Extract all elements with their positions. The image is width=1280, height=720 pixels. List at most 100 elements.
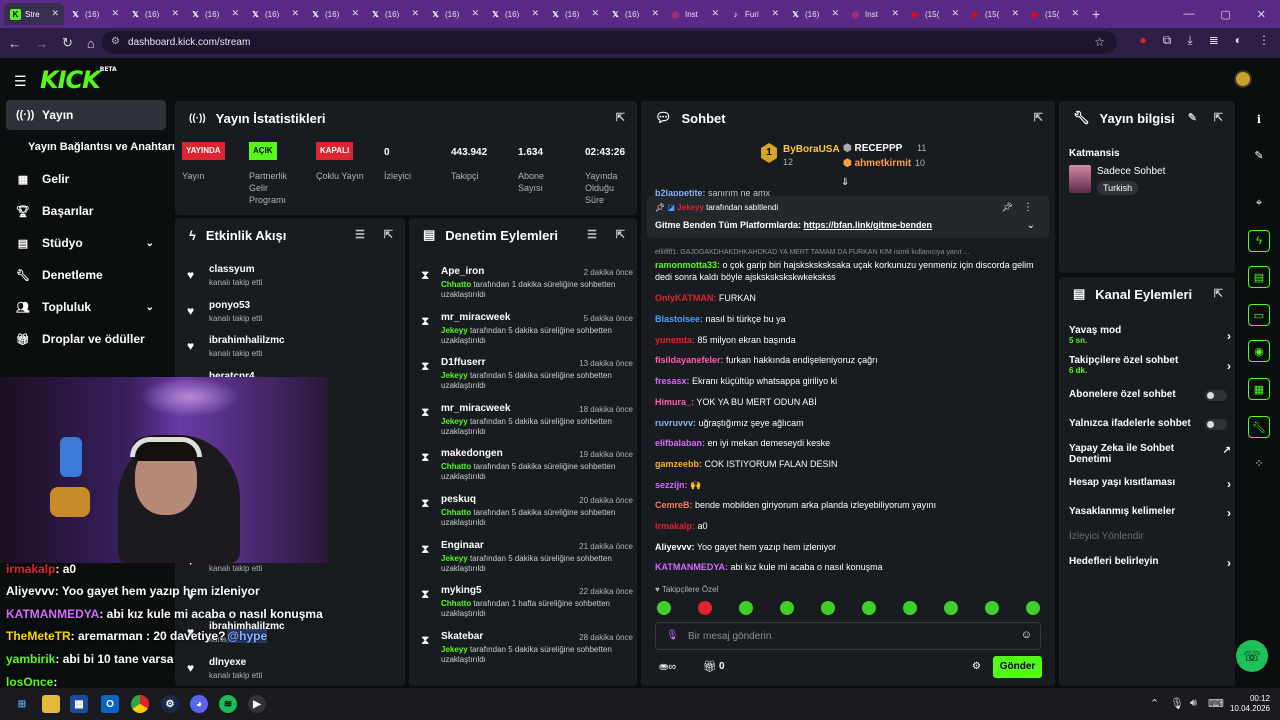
toggle-switch[interactable] [1205, 419, 1227, 430]
discord-icon[interactable]: ◕ [190, 695, 208, 713]
emote-icon[interactable] [1026, 601, 1040, 615]
close-tab-icon[interactable]: ✕ [951, 8, 959, 19]
forward-icon[interactable]: → [35, 36, 48, 51]
browser-tab[interactable]: 𝕏 (16) ✕ [244, 3, 304, 25]
sidebar-item-gelir[interactable]: ▦ Gelir [6, 164, 166, 194]
emote-icon[interactable] [821, 601, 835, 615]
kicks-icon[interactable]: ⛂∞ [659, 660, 676, 673]
browser-tab[interactable]: ▶ (15(✕ [1024, 3, 1084, 25]
emote-icon[interactable] [944, 601, 958, 615]
moderated-username[interactable]: makedongen [441, 448, 503, 459]
extension-red-icon[interactable]: ● [1140, 33, 1147, 48]
minimize-icon[interactable]: — [1183, 8, 1194, 20]
channel-action-0[interactable]: Yavaş mod 5 sn. › [1069, 325, 1231, 345]
chat-username[interactable]: fisildayanefeler: [655, 355, 724, 365]
close-tab-icon[interactable]: ✕ [51, 8, 59, 19]
close-tab-icon[interactable]: ✕ [231, 8, 239, 19]
wrench-icon[interactable]: 🔧︎ [1248, 416, 1270, 438]
close-tab-icon[interactable]: ✕ [111, 8, 119, 19]
chat-settings-icon[interactable]: ⚙ [972, 661, 981, 672]
sidebar-item-yayin[interactable]: ((·)) Yayın [6, 100, 166, 130]
chat-username[interactable]: Aliyevvv: [655, 542, 695, 552]
channel-action-3[interactable]: Yalnızca ifadelerle sohbet [1069, 418, 1231, 430]
media-player-icon[interactable]: ▶ [248, 695, 266, 713]
close-tab-icon[interactable]: ✕ [411, 8, 419, 19]
moderator-name[interactable]: Jekeyy [441, 326, 468, 335]
emote-icon[interactable] [862, 601, 876, 615]
site-info-icon[interactable]: ⚙ [111, 36, 120, 47]
sidebar-item-topluluk[interactable]: 👥︎ Topluluk ⌄ [6, 292, 166, 322]
emote-icon[interactable] [739, 601, 753, 615]
gifter-item[interactable]: ⬢ ahmetkirmit [843, 158, 911, 169]
menu-icon[interactable]: ☰ [14, 73, 27, 90]
sidebar-item-droplar[interactable]: 🎁︎ Droplar ve ödüller [6, 324, 166, 354]
back-icon[interactable]: ← [8, 36, 21, 51]
chat-username[interactable]: ramonmotta33: [655, 260, 720, 270]
close-tab-icon[interactable]: ✕ [291, 8, 299, 19]
category-thumbnail[interactable] [1069, 165, 1091, 193]
close-window-icon[interactable]: ✕ [1257, 8, 1266, 21]
chat-username[interactable]: sezzijn: [655, 480, 688, 490]
popout-icon[interactable]: ⇱ [1034, 111, 1043, 124]
close-tab-icon[interactable]: ✕ [531, 8, 539, 19]
moderated-username[interactable]: Skatebar [441, 631, 483, 642]
chat-input[interactable]: 🎙︎ Bir mesaj gönderin ☺ [655, 622, 1041, 650]
spotify-icon[interactable]: ≋ [219, 695, 237, 713]
extensions-icon[interactable]: ⧉ [1163, 33, 1172, 48]
support-icon[interactable]: ☏ [1236, 640, 1268, 672]
url-field[interactable]: ⚙ dashboard.kick.com/stream ☆ [102, 31, 1117, 54]
chat-username[interactable]: KATMANMEDYA: [655, 562, 728, 572]
file-explorer-icon[interactable] [42, 695, 60, 713]
activity-username[interactable]: dlnyexe [209, 657, 246, 668]
browser-tab[interactable]: 𝕏 (16) ✕ [484, 3, 544, 25]
emote-icon[interactable] [985, 601, 999, 615]
close-tab-icon[interactable]: ✕ [711, 8, 719, 19]
sidebar-item-studyo[interactable]: ▤ Stüdyo ⌄ [6, 228, 166, 258]
tray-chevron-icon[interactable]: ⌃ [1150, 697, 1159, 710]
moderated-username[interactable]: D1ffuserr [441, 357, 485, 368]
chat-username[interactable]: yunemta: [655, 335, 695, 345]
chat-username[interactable]: Jekeyy [677, 203, 704, 212]
chat-username[interactable]: Blastoisee: [655, 314, 703, 324]
chat-username[interactable]: irmakalp: [655, 521, 695, 531]
moderated-username[interactable]: mr_miracweek [441, 403, 511, 414]
sidebar-item-denetleme[interactable]: 🔧︎ Denetleme [6, 260, 166, 290]
send-button[interactable]: Gönder [993, 656, 1042, 678]
browser-tab[interactable]: 𝕏 (16) ✕ [544, 3, 604, 25]
moderator-name[interactable]: Chhatto [441, 280, 471, 289]
network-icon[interactable]: ⌨ [1208, 697, 1224, 710]
toggle-switch[interactable] [1205, 390, 1227, 401]
browser-tab[interactable]: 𝕏 (16) ✕ [304, 3, 364, 25]
channel-action-1[interactable]: Takipçilere özel sohbet 6 dk. › [1069, 355, 1231, 375]
filter-icon[interactable]: ☰ [355, 228, 365, 241]
kick-logo[interactable]: KICKBETA [40, 66, 117, 94]
more-icon[interactable]: ⋮ [1023, 202, 1033, 213]
edit-icon[interactable]: ✎ [1248, 144, 1270, 166]
popout-icon[interactable]: ⇱ [616, 228, 625, 241]
moderator-name[interactable]: Jekeyy [441, 417, 468, 426]
close-tab-icon[interactable]: ✕ [771, 8, 779, 19]
browser-menu-icon[interactable]: ⋮ [1258, 33, 1270, 48]
maximize-icon[interactable]: ▢ [1220, 8, 1230, 21]
browser-tab[interactable]: 𝕏 (16) ✕ [64, 3, 124, 25]
channel-action-4[interactable]: Yapay Zeka ile Sohbet Denetimi ↗ [1069, 443, 1231, 465]
focus-icon[interactable]: ⌖ [1248, 192, 1270, 214]
emote-icon[interactable] [698, 601, 712, 615]
emote-icon[interactable] [657, 601, 671, 615]
edit-icon[interactable]: ✎ [1188, 111, 1197, 124]
close-tab-icon[interactable]: ✕ [591, 8, 599, 19]
download-icon[interactable]: ⤓ [1187, 33, 1192, 48]
browser-tab[interactable]: 𝕏 (16) ✕ [184, 3, 244, 25]
close-tab-icon[interactable]: ✕ [651, 8, 659, 19]
moderator-name[interactable]: Chhatto [441, 599, 471, 608]
chevron-down-icon[interactable]: ⌄ [1027, 220, 1035, 231]
channel-action-5[interactable]: Hesap yaşı kısıtlaması › [1069, 477, 1231, 491]
chat-username[interactable]: gamzeebb: [655, 459, 702, 469]
browser-tab[interactable]: 𝕏 (16) ✕ [604, 3, 664, 25]
channel-icon[interactable]: ▦ [1248, 378, 1270, 400]
moderator-name[interactable]: Jekeyy [441, 371, 468, 380]
new-tab-button[interactable]: + [1092, 6, 1100, 22]
close-tab-icon[interactable]: ✕ [1071, 8, 1079, 19]
moderator-name[interactable]: Jekeyy [441, 645, 468, 654]
emote-icon[interactable] [780, 601, 794, 615]
